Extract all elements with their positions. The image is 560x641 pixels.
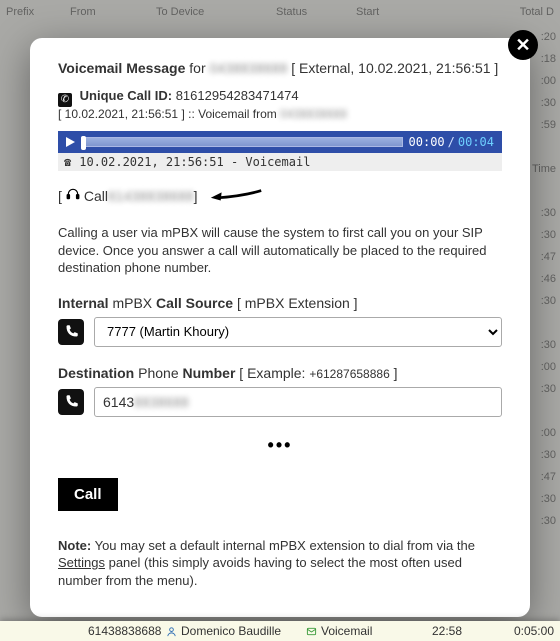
call-source-select[interactable]: 7777 (Martin Khoury) bbox=[94, 317, 502, 347]
phone-icon: ☎ bbox=[64, 155, 71, 169]
voicemail-from-line: [ 10.02.2021, 21:56:51 ] :: Voicemail fr… bbox=[58, 107, 502, 121]
annotation-arrow bbox=[208, 187, 264, 208]
play-button[interactable] bbox=[66, 137, 75, 147]
mail-icon bbox=[306, 626, 317, 637]
destination-input[interactable]: 61438838688 bbox=[94, 387, 502, 417]
voicemail-modal: ✕ Voicemail Message for 0438838688 [ Ext… bbox=[30, 38, 530, 617]
audio-time-total: 00:04 bbox=[458, 135, 494, 149]
modal-title: Voicemail Message for 0438838688 [ Exter… bbox=[58, 60, 502, 76]
row-number: 61438838688 bbox=[88, 624, 161, 638]
call-explanation: Calling a user via mPBX will cause the s… bbox=[58, 224, 502, 277]
table-row[interactable]: 61438838688 Domenico Baudille Voicemail … bbox=[0, 621, 560, 641]
user-icon bbox=[166, 626, 177, 637]
row-start: 22:58 bbox=[402, 624, 462, 638]
audio-player: 00:00 / 00:04 bbox=[58, 131, 502, 153]
note-text: Note: You may set a default internal mPB… bbox=[58, 537, 502, 590]
more-dots[interactable]: ••• bbox=[58, 435, 502, 456]
unique-call-id: ✆ Unique Call ID: 81612954283471474 bbox=[58, 88, 502, 105]
audio-seek-track[interactable] bbox=[83, 137, 403, 147]
close-button[interactable]: ✕ bbox=[508, 30, 538, 60]
download-row[interactable]: ☎ 10.02.2021, 21:56:51 - Voicemail bbox=[58, 153, 502, 171]
phone-flip-icon: ✆ bbox=[58, 93, 72, 107]
headset-icon bbox=[66, 187, 80, 204]
call-number[interactable]: 61438838688 bbox=[108, 188, 194, 204]
phone-square-icon bbox=[58, 319, 84, 345]
call-source-label: Internal mPBX Call Source [ mPBX Extensi… bbox=[58, 295, 502, 311]
audio-time-current: 00:00 bbox=[409, 135, 445, 149]
row-duration: 0:05:00 bbox=[462, 624, 554, 638]
caller-number: 0438838688 bbox=[210, 60, 288, 76]
settings-link[interactable]: Settings bbox=[58, 555, 105, 570]
row-status: Voicemail bbox=[321, 624, 372, 638]
row-name: Domenico Baudille bbox=[181, 624, 281, 638]
call-link-line: [ Call 61438838688 ] bbox=[58, 185, 502, 206]
destination-label: Destination Phone Number [ Example: +612… bbox=[58, 365, 502, 381]
call-button[interactable]: Call bbox=[58, 478, 118, 511]
audio-seek-handle[interactable] bbox=[81, 136, 86, 150]
phone-square-icon-2 bbox=[58, 389, 84, 415]
